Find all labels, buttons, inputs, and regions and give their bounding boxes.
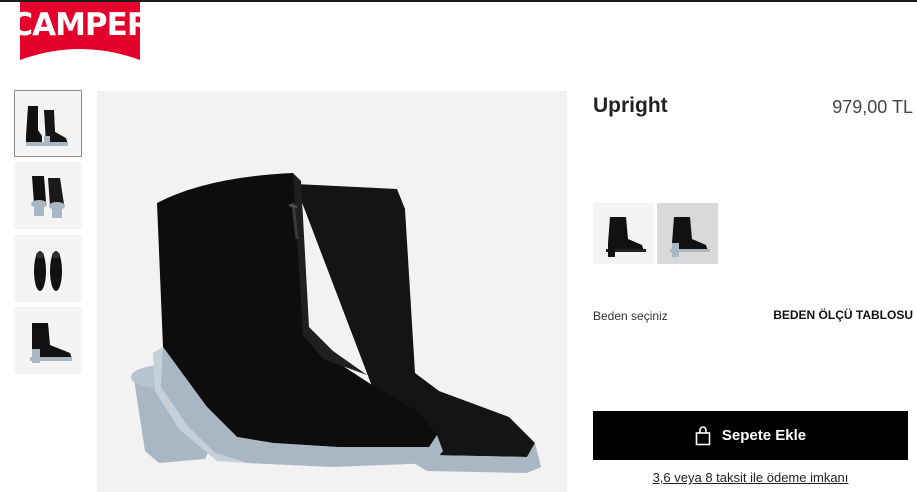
- thumbnail-single-side[interactable]: [14, 307, 82, 374]
- size-table-link[interactable]: BEDEN ÖLÇÜ TABLOSU: [773, 308, 913, 322]
- boot-back-icon: [31, 175, 65, 218]
- installment-link[interactable]: 3,6 veya 8 taksit ile ödeme imkanı: [593, 470, 908, 485]
- thumbnail-pair-back[interactable]: [14, 162, 82, 229]
- size-select-label[interactable]: Beden seçiniz: [593, 309, 668, 323]
- color-swatch-black-grey[interactable]: [657, 203, 718, 264]
- main-product-image[interactable]: [97, 91, 567, 492]
- camper-logo[interactable]: CAMPER: [10, 2, 151, 62]
- shopping-bag-icon: [695, 425, 711, 445]
- add-to-cart-label: Sepete Ekle: [721, 427, 807, 444]
- logo-text: CAMPER: [10, 7, 150, 43]
- boot-swatch-black-icon: [606, 216, 646, 257]
- boot-pair-icon: [26, 105, 68, 146]
- boot-top-icon: [34, 250, 62, 291]
- boot-swatch-grey-icon: [670, 216, 710, 257]
- boot-single-icon: [30, 322, 72, 363]
- thumbnail-pair-side[interactable]: [14, 90, 82, 157]
- thumbnail-top[interactable]: [14, 235, 82, 302]
- add-to-cart-button[interactable]: Sepete Ekle: [593, 411, 908, 460]
- product-price: 979,00 TL: [832, 97, 913, 117]
- product-name: Upright: [593, 94, 668, 117]
- ankle-boots-image: [131, 173, 541, 473]
- color-swatch-black[interactable]: [593, 203, 654, 264]
